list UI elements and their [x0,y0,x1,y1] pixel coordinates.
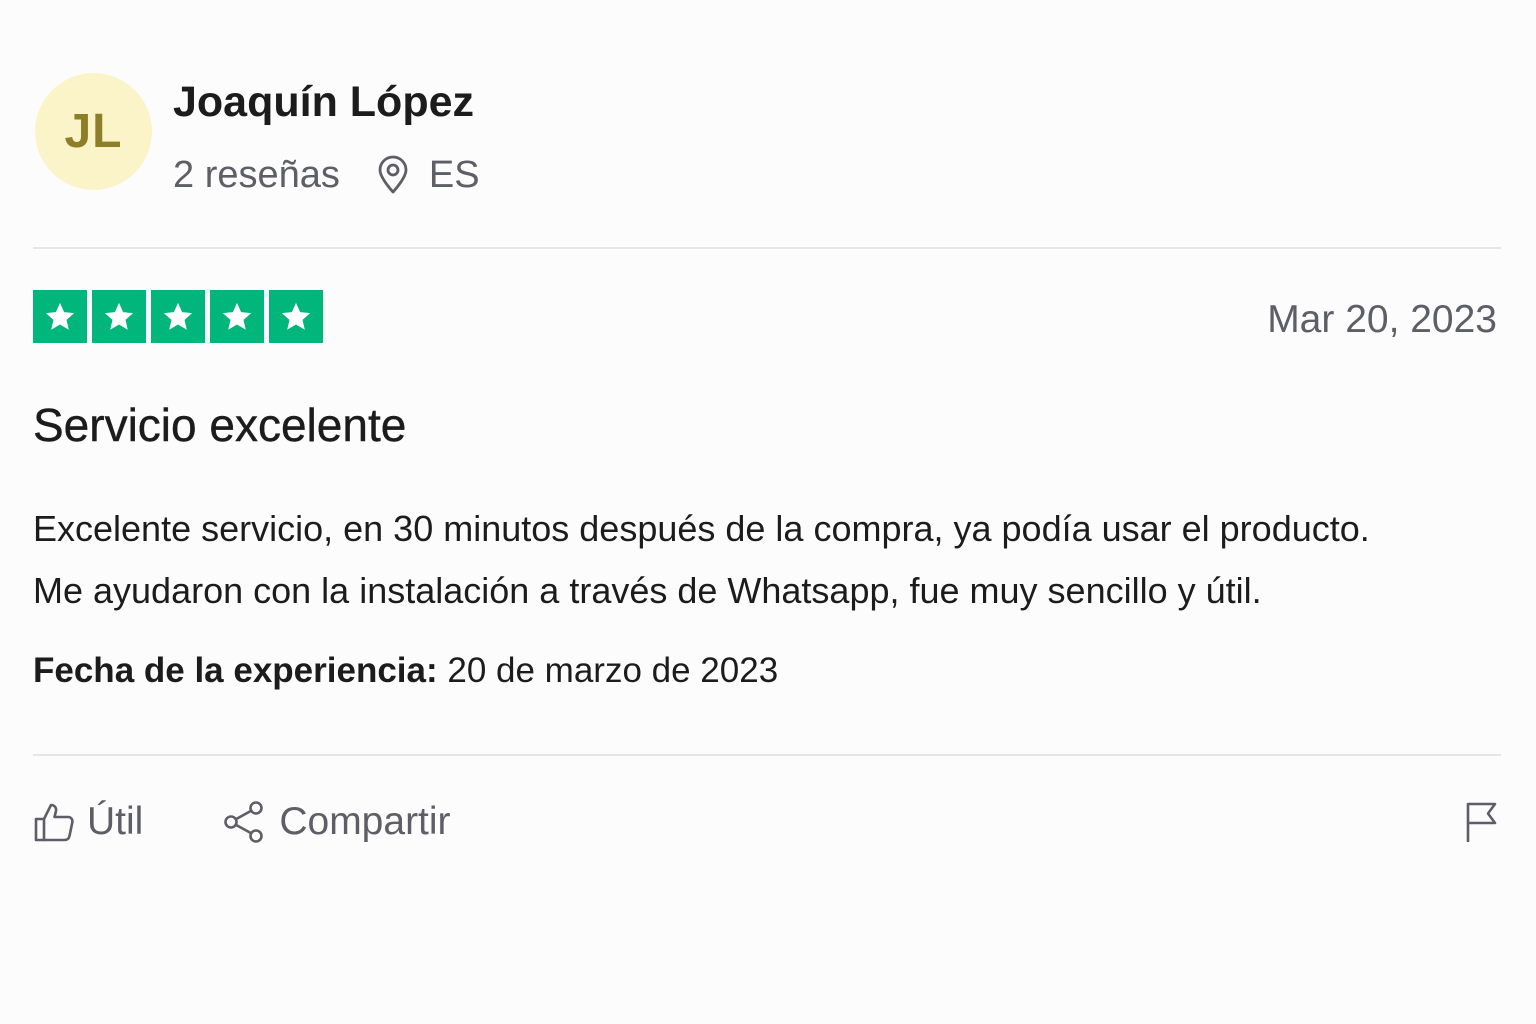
review-actions: Útil Compartir [33,798,451,846]
review-body-line: Excelente servicio, en 30 minutos despué… [33,508,1370,549]
share-button[interactable]: Compartir [223,800,451,844]
footer-divider [33,754,1501,756]
reviewer-name[interactable]: Joaquín López [173,78,474,127]
thumbs-up-icon [33,801,87,843]
reviewer-meta: 2 reseñas ES [173,152,480,198]
star-icon [45,302,75,330]
experience-label: Fecha de la experiencia: [33,651,438,690]
flag-icon [1464,802,1500,848]
star-1 [33,290,87,343]
report-button[interactable] [1464,800,1500,844]
useful-label: Útil [87,800,144,843]
avatar[interactable]: JL [35,73,152,190]
review-body-line: Me ayudaron con la instalación a través … [33,570,1262,611]
star-4 [210,290,264,343]
star-icon [281,302,311,330]
star-icon [104,302,134,330]
star-5 [269,290,323,343]
review-date: Mar 20, 2023 [1267,298,1497,341]
star-icon [222,302,252,330]
experience-date: Fecha de la experiencia: 20 de marzo de … [33,651,778,691]
share-label: Compartir [279,800,451,843]
experience-value: 20 de marzo de 2023 [447,651,779,690]
reviews-count: 2 reseñas [173,153,340,196]
useful-button[interactable]: Útil [33,800,143,844]
star-icon [163,302,193,330]
star-3 [151,290,205,343]
share-icon [223,801,279,843]
review-body: Excelente servicio, en 30 minutos despué… [33,498,1528,622]
review-title[interactable]: Servicio excelente [33,398,407,452]
star-2 [92,290,146,343]
star-rating [33,290,323,343]
review-card: JL Joaquín López 2 reseñas ES Mar 20, 20… [0,0,1536,1024]
header-divider [33,247,1501,249]
location-pin-icon [375,155,411,195]
reviewer-country: ES [428,153,480,196]
avatar-initials: JL [64,105,123,158]
